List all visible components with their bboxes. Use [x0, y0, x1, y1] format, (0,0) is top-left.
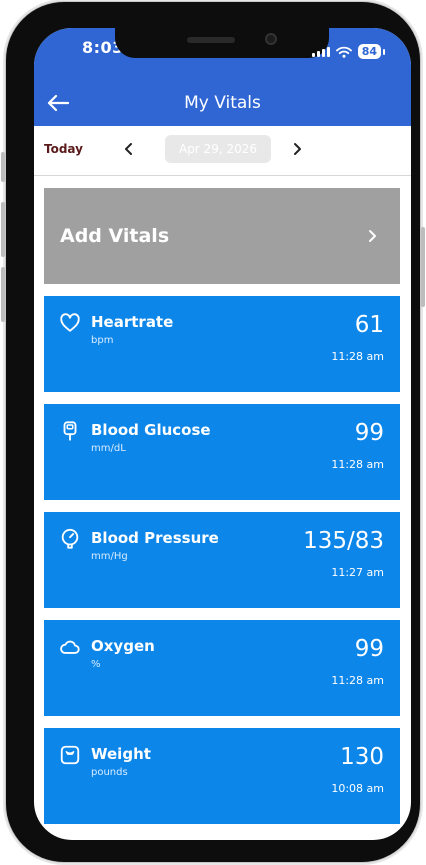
- vital-unit: %: [91, 659, 101, 670]
- status-icons: 84: [311, 44, 386, 59]
- previous-day-button[interactable]: [122, 139, 136, 163]
- screen: 8:03 84 My Vitals Today Apr 29, 2026 Add…: [34, 28, 411, 840]
- chevron-right-icon: [294, 143, 301, 155]
- heart-icon: [60, 313, 80, 332]
- vital-time: 11:27 am: [331, 566, 384, 579]
- vital-card-oxygen[interactable]: Oxygen % 99 11:28 am: [44, 620, 400, 716]
- chevron-right-icon: [369, 230, 376, 242]
- vital-card-heartrate[interactable]: Heartrate bpm 61 11:28 am: [44, 296, 400, 392]
- vital-value: 135/83: [303, 528, 384, 554]
- battery-indicator: 84: [357, 44, 386, 59]
- phone-frame: 8:03 84 My Vitals Today Apr 29, 2026 Add…: [1, 2, 425, 862]
- vitals-list: Add Vitals Heartrate bpm 61 11:28 am Blo…: [44, 188, 400, 824]
- vital-name: Blood Glucose: [91, 421, 211, 439]
- vital-card-weight[interactable]: Weight pounds 130 10:08 am: [44, 728, 400, 824]
- vital-name: Oxygen: [91, 637, 155, 655]
- vital-name: Weight: [91, 745, 151, 763]
- app-header: 8:03 84 My Vitals: [34, 28, 411, 126]
- page-title: My Vitals: [184, 93, 261, 113]
- vital-value: 99: [354, 636, 384, 662]
- mute-switch: [1, 152, 5, 182]
- signal-icon: [311, 46, 330, 57]
- vital-time: 11:28 am: [331, 350, 384, 363]
- notch: [115, 28, 329, 58]
- volume-up-button: [1, 202, 5, 257]
- vital-unit: mm/dL: [91, 443, 126, 454]
- add-vitals-button[interactable]: Add Vitals: [44, 188, 400, 284]
- vital-unit: mm/Hg: [91, 551, 128, 562]
- vital-name: Blood Pressure: [91, 529, 219, 547]
- vital-value: 130: [340, 744, 384, 770]
- vital-value: 61: [354, 312, 384, 338]
- glucose-meter-icon: [63, 421, 77, 441]
- wifi-icon: [335, 46, 352, 58]
- vital-card-blood-glucose[interactable]: Blood Glucose mm/dL 99 11:28 am: [44, 404, 400, 500]
- chevron-left-icon: [125, 143, 132, 155]
- front-camera: [265, 33, 277, 45]
- speaker: [187, 37, 235, 43]
- volume-down-button: [1, 267, 5, 322]
- vital-time: 11:28 am: [331, 458, 384, 471]
- vital-unit: bpm: [91, 335, 114, 346]
- vital-name: Heartrate: [91, 313, 174, 331]
- date-picker[interactable]: Apr 29, 2026: [165, 135, 271, 163]
- next-day-button[interactable]: [290, 139, 304, 163]
- add-vitals-label: Add Vitals: [60, 225, 170, 247]
- blood-pressure-gauge-icon: [61, 528, 79, 549]
- vital-card-blood-pressure[interactable]: Blood Pressure mm/Hg 135/83 11:27 am: [44, 512, 400, 608]
- today-button[interactable]: Today: [44, 142, 83, 156]
- cloud-icon: [60, 640, 80, 654]
- power-button: [421, 227, 425, 307]
- scale-icon: [60, 745, 80, 765]
- vital-time: 10:08 am: [331, 782, 384, 795]
- vital-value: 99: [354, 420, 384, 446]
- vital-time: 11:28 am: [331, 674, 384, 687]
- vital-unit: pounds: [91, 767, 128, 778]
- date-navigator: Today Apr 29, 2026: [34, 126, 411, 176]
